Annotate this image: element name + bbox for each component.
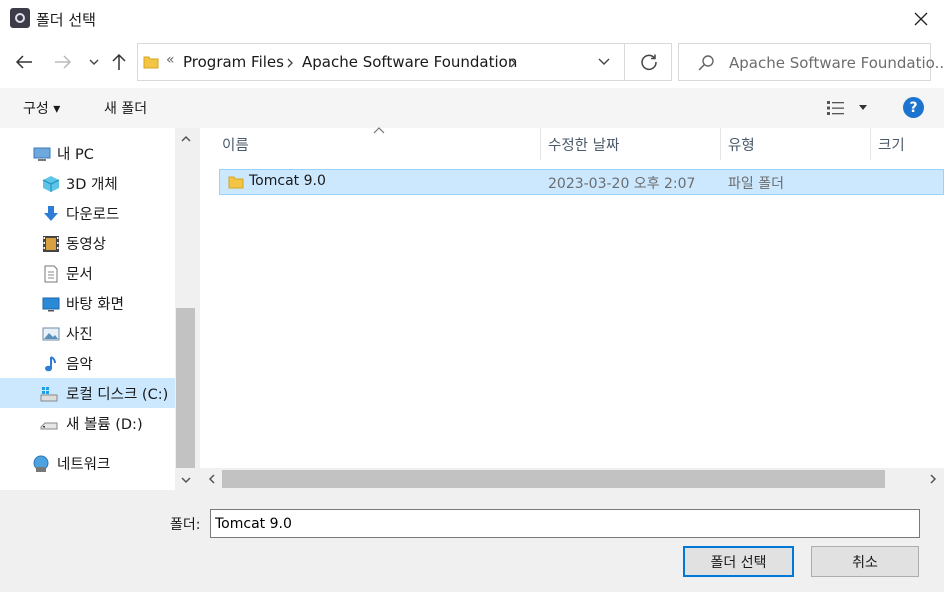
view-details-icon[interactable] bbox=[826, 100, 846, 116]
command-bar: 구성 ▾ 새 폴더 ? bbox=[0, 88, 944, 128]
column-header-name[interactable]: 이름 bbox=[222, 134, 249, 155]
scrollbar-thumb[interactable] bbox=[176, 308, 195, 468]
table-row[interactable]: Tomcat 9.0 2023-03-20 오후 2:07 파일 폴더 bbox=[219, 169, 944, 195]
sidebar-item-network[interactable]: 네트워크 bbox=[0, 448, 175, 478]
breadcrumb-separator-icon[interactable] bbox=[509, 58, 517, 68]
download-icon bbox=[44, 206, 58, 221]
3d-objects-icon bbox=[42, 176, 60, 192]
new-folder-button[interactable]: 새 폴더 bbox=[104, 98, 147, 118]
sidebar-item-videos[interactable]: 동영상 bbox=[0, 228, 175, 258]
sidebar-item-pictures[interactable]: 사진 bbox=[0, 318, 175, 348]
forward-button[interactable] bbox=[51, 50, 75, 74]
organize-button[interactable]: 구성 ▾ bbox=[23, 98, 60, 118]
breadcrumb-apache[interactable]: Apache Software Foundation bbox=[302, 53, 517, 71]
column-header-modified[interactable]: 수정한 날짜 bbox=[548, 134, 619, 155]
column-divider[interactable] bbox=[720, 128, 721, 160]
sidebar-item-3d-objects[interactable]: 3D 개체 bbox=[0, 168, 175, 198]
sidebar-item-label: 문서 bbox=[66, 267, 93, 283]
up-arrow-icon bbox=[112, 53, 126, 70]
sidebar-item-label: 음악 bbox=[66, 357, 93, 373]
column-divider[interactable] bbox=[870, 128, 871, 160]
picture-icon bbox=[42, 327, 60, 341]
folder-name-field[interactable] bbox=[210, 509, 920, 538]
sidebar-item-volume-d[interactable]: 새 볼륨 (D:) bbox=[0, 408, 175, 438]
recent-locations-button[interactable] bbox=[82, 50, 106, 74]
scrollbar-thumb[interactable] bbox=[222, 470, 885, 488]
file-list-pane: 이름 수정한 날짜 유형 크기 Tomcat 9.0 2023-03-20 오후… bbox=[200, 127, 944, 490]
chevron-down-icon bbox=[180, 476, 191, 483]
folder-field-label: 폴더: bbox=[170, 517, 201, 533]
cancel-button[interactable]: 취소 bbox=[811, 546, 919, 577]
breadcrumb-program-files[interactable]: Program Files bbox=[183, 53, 284, 71]
breadcrumb-overflow[interactable]: « bbox=[166, 52, 175, 68]
sidebar-item-label: 사진 bbox=[66, 327, 93, 343]
file-type: 파일 폴더 bbox=[728, 176, 784, 192]
app-icon bbox=[10, 8, 30, 28]
scroll-right-button[interactable] bbox=[922, 468, 944, 490]
column-header-size[interactable]: 크기 bbox=[878, 134, 905, 155]
view-dropdown-icon[interactable] bbox=[858, 104, 868, 112]
close-button[interactable] bbox=[898, 0, 944, 38]
sidebar-item-label: 동영상 bbox=[66, 237, 107, 253]
file-list-horizontal-scrollbar[interactable] bbox=[200, 468, 944, 490]
video-icon bbox=[43, 236, 59, 252]
back-arrow-icon bbox=[15, 55, 32, 69]
forward-arrow-icon bbox=[55, 55, 72, 69]
scroll-down-button[interactable] bbox=[175, 470, 196, 490]
sidebar-item-desktop[interactable]: 바탕 화면 bbox=[0, 288, 175, 318]
up-button[interactable] bbox=[107, 50, 131, 74]
title-bar: 폴더 선택 bbox=[0, 0, 944, 38]
navigation-bar: « Program Files Apache Software Foundati… bbox=[0, 38, 944, 88]
music-icon bbox=[45, 356, 56, 372]
chevron-up-icon bbox=[180, 135, 191, 142]
close-icon bbox=[914, 12, 928, 26]
select-folder-button[interactable]: 폴더 선택 bbox=[683, 546, 794, 577]
drive-icon bbox=[40, 422, 58, 430]
refresh-icon bbox=[640, 54, 657, 71]
sidebar-item-label: 바탕 화면 bbox=[66, 297, 124, 313]
sidebar-item-this-pc[interactable]: 내 PC bbox=[0, 138, 175, 168]
window-title: 폴더 선택 bbox=[36, 11, 96, 29]
pc-icon bbox=[33, 147, 51, 161]
breadcrumb-separator-icon[interactable] bbox=[286, 58, 294, 68]
folder-icon bbox=[228, 176, 244, 189]
sidebar-item-label: 3D 개체 bbox=[66, 177, 118, 193]
column-divider[interactable] bbox=[540, 128, 541, 160]
refresh-button[interactable] bbox=[624, 44, 672, 80]
sidebar-item-label: 로컬 디스크 (C:) bbox=[66, 387, 169, 403]
search-placeholder: Apache Software Foundatio... bbox=[729, 54, 944, 72]
chevron-left-icon bbox=[208, 474, 215, 484]
sidebar-item-documents[interactable]: 문서 bbox=[0, 258, 175, 288]
desktop-icon bbox=[42, 297, 60, 312]
folder-icon bbox=[143, 56, 159, 69]
chevron-down-icon bbox=[89, 59, 99, 65]
sort-ascending-icon bbox=[373, 127, 385, 134]
column-header-type[interactable]: 유형 bbox=[728, 134, 755, 155]
navigation-scrollbar[interactable] bbox=[175, 128, 196, 490]
sidebar-item-label: 내 PC bbox=[57, 147, 94, 163]
search-icon bbox=[698, 55, 714, 71]
sidebar-item-local-disk-c[interactable]: 로컬 디스크 (C:) bbox=[0, 378, 175, 408]
document-icon bbox=[44, 265, 58, 283]
address-bar[interactable]: « Program Files Apache Software Foundati… bbox=[137, 43, 672, 81]
file-name: Tomcat 9.0 bbox=[249, 173, 326, 189]
navigation-pane: 내 PC 3D 개체 다운로드 동영상 문서 바탕 화면 사진 음악 로컬 디스… bbox=[0, 128, 196, 490]
sidebar-item-music[interactable]: 음악 bbox=[0, 348, 175, 378]
chevron-down-icon bbox=[598, 58, 610, 65]
scroll-up-button[interactable] bbox=[175, 128, 196, 148]
sidebar-item-label: 다운로드 bbox=[66, 207, 120, 223]
drive-c-icon bbox=[40, 387, 58, 402]
chevron-right-icon bbox=[929, 474, 936, 484]
back-button[interactable] bbox=[12, 50, 36, 74]
dialog-footer: 폴더: 폴더 선택 취소 bbox=[0, 490, 944, 592]
sidebar-item-downloads[interactable]: 다운로드 bbox=[0, 198, 175, 228]
help-button[interactable]: ? bbox=[903, 97, 924, 118]
search-input[interactable]: Apache Software Foundatio... bbox=[678, 43, 944, 81]
sidebar-item-label: 네트워크 bbox=[57, 457, 111, 473]
file-modified-date: 2023-03-20 오후 2:07 bbox=[548, 176, 696, 192]
scroll-left-button[interactable] bbox=[200, 468, 222, 490]
address-dropdown-button[interactable] bbox=[594, 52, 614, 72]
sidebar-item-label: 새 볼륨 (D:) bbox=[66, 417, 143, 433]
network-icon bbox=[33, 455, 49, 472]
